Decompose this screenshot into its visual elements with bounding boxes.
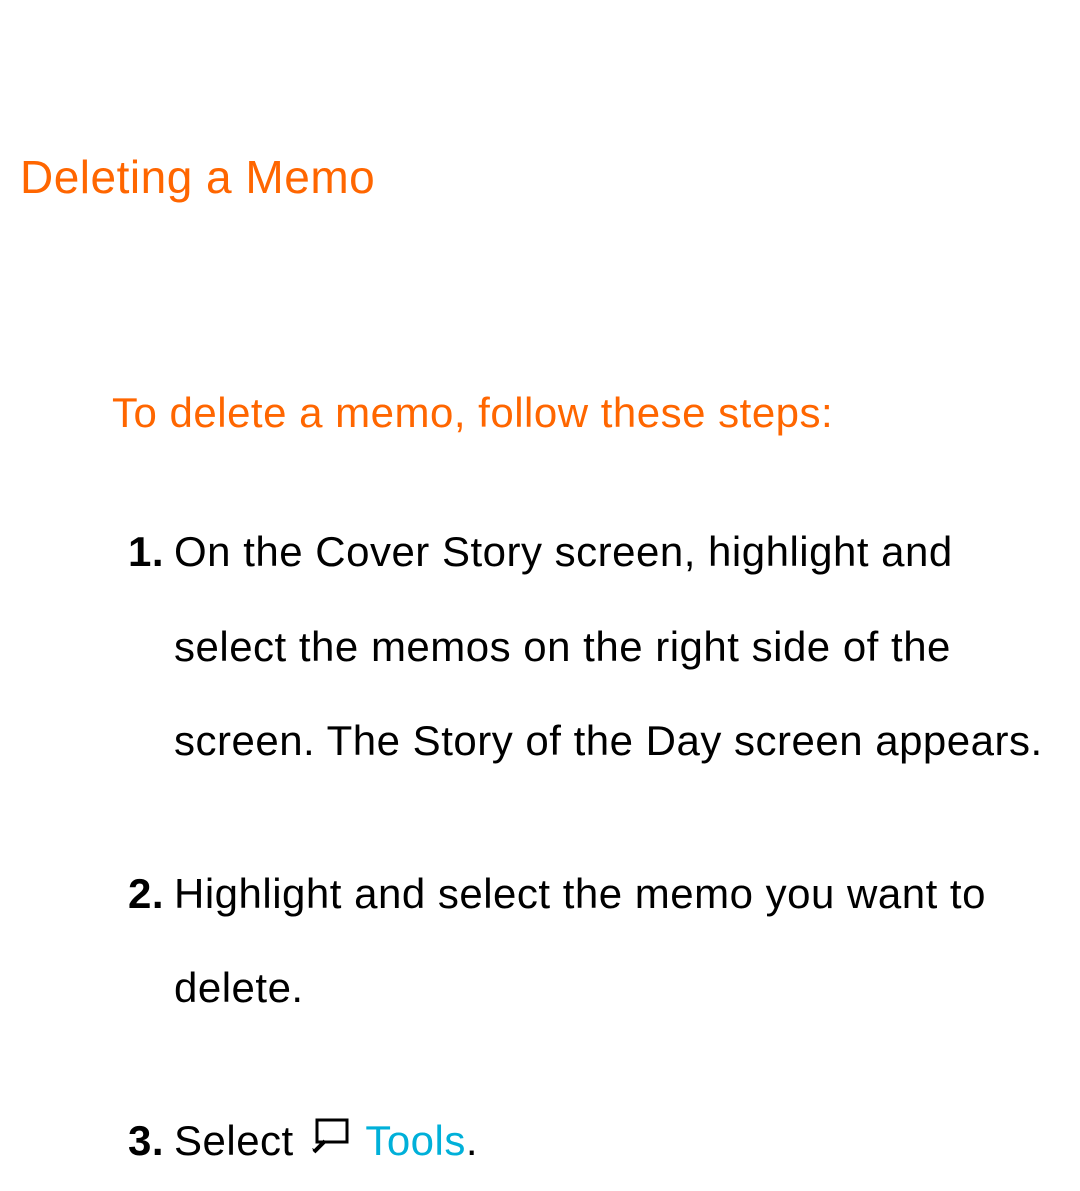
step-2-text: Highlight and select the memo you want t…: [174, 870, 986, 1012]
tools-icon: [310, 1093, 350, 1188]
step-3-suffix: .: [466, 1117, 478, 1164]
step-item-2: Highlight and select the memo you want t…: [112, 847, 1050, 1036]
tools-link[interactable]: Tools: [365, 1117, 466, 1164]
page-heading: Deleting a Memo: [0, 0, 1080, 204]
step-1-text: On the Cover Story screen, highlight and…: [174, 528, 1043, 764]
intro-text: To delete a memo, follow these steps:: [112, 389, 1050, 437]
content-wrapper: To delete a memo, follow these steps: On…: [0, 204, 1080, 1191]
step-3-prefix: Select: [174, 1117, 306, 1164]
step-item-1: On the Cover Story screen, highlight and…: [112, 505, 1050, 789]
step-list: On the Cover Story screen, highlight and…: [112, 505, 1050, 1191]
step-item-3: Select Tools.: [112, 1094, 1050, 1191]
